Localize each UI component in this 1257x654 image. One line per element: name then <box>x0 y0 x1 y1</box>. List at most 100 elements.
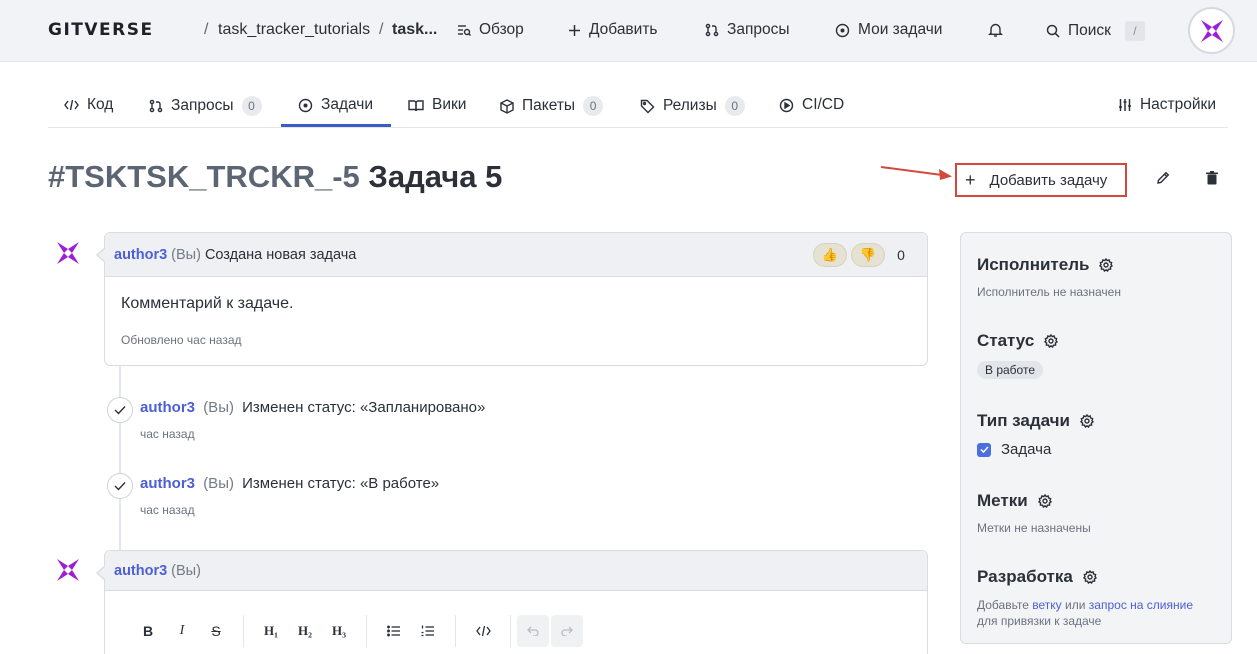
top-bar: GITVERSE / task_tracker_tutorials / task… <box>0 0 1257 62</box>
numbered-list-button[interactable] <box>411 615 445 647</box>
pencil-icon <box>1157 171 1170 184</box>
labels-note: Метки не назначены <box>977 521 1091 535</box>
gear-icon[interactable] <box>1037 494 1052 508</box>
event-author[interactable]: author3 <box>140 399 195 416</box>
type-title: Тип задачи <box>977 411 1071 430</box>
gear-icon[interactable] <box>1044 334 1059 348</box>
editor-you: (Вы) <box>171 562 201 579</box>
search-button[interactable]: Поиск / <box>1046 21 1145 41</box>
bullet-list-button[interactable] <box>377 615 411 647</box>
issue-icon <box>835 23 850 37</box>
breadcrumb-separator: / <box>379 21 384 38</box>
sliders-icon <box>1118 99 1131 111</box>
tab-releases[interactable]: Релизы 0 <box>640 96 745 116</box>
gitverse-logo[interactable]: GITVERSE <box>48 20 154 40</box>
status-title: Статус <box>977 331 1035 350</box>
trash-icon <box>1206 171 1218 185</box>
tab-packages[interactable]: Пакеты 0 <box>500 96 604 116</box>
thumbs-down-button[interactable]: 👎 <box>851 243 885 267</box>
task-type-checkbox-icon <box>977 442 991 457</box>
check-icon <box>107 397 133 423</box>
issue-icon <box>298 98 313 112</box>
gear-icon[interactable] <box>1082 570 1097 584</box>
tab-settings-label: Настройки <box>1139 96 1216 113</box>
add-merge-request-link[interactable]: запрос на слияние <box>1089 598 1193 612</box>
gear-icon[interactable] <box>1080 414 1095 428</box>
tab-settings[interactable]: Настройки <box>1118 96 1216 114</box>
type-value: Задача <box>1001 441 1052 458</box>
italic-button[interactable]: I <box>165 615 199 647</box>
heading2-button[interactable]: H₂ <box>288 615 322 647</box>
code-icon <box>64 99 79 111</box>
nav-requests[interactable]: Запросы <box>705 21 790 39</box>
plus-icon <box>569 24 580 36</box>
tab-cicd[interactable]: CI/CD <box>779 96 844 114</box>
add-branch-link[interactable]: ветку <box>1032 598 1061 612</box>
delete-button[interactable] <box>1204 170 1220 189</box>
comment-updated: Обновлено час назад <box>121 333 242 347</box>
redo-button[interactable] <box>551 615 583 647</box>
breadcrumb-owner[interactable]: task_tracker_tutorials <box>218 21 370 39</box>
tab-wiki[interactable]: Вики <box>408 96 466 114</box>
heading3-button[interactable]: H₃ <box>322 615 356 647</box>
author-avatar[interactable] <box>55 557 81 583</box>
development-note: Добавьте ветку или запрос на слияние для… <box>977 597 1193 629</box>
search-shortcut: / <box>1124 21 1145 41</box>
event-text: Изменен статус: «Запланировано» <box>242 399 486 416</box>
event-text: Изменен статус: «В работе» <box>242 475 440 492</box>
tab-code[interactable]: Код <box>64 96 113 114</box>
bell-icon <box>988 23 1003 37</box>
nav-add-label: Добавить <box>589 21 658 38</box>
code-button[interactable] <box>466 615 500 647</box>
thumbs-up-button[interactable]: 👍 <box>813 243 847 267</box>
reactions: 👍 👎 0 <box>813 243 913 267</box>
add-task-label: Добавить задачу <box>989 171 1108 189</box>
pull-request-icon <box>705 23 719 37</box>
edit-button[interactable] <box>1155 170 1171 189</box>
user-avatar[interactable] <box>1188 7 1235 54</box>
breadcrumb-repo[interactable]: task... <box>392 21 437 39</box>
book-icon <box>408 99 424 111</box>
bold-button[interactable]: B <box>131 615 165 647</box>
undo-button[interactable] <box>517 615 549 647</box>
type-section: Тип задачи Задача <box>977 411 1095 458</box>
tab-requests-count: 0 <box>241 96 262 116</box>
development-title: Разработка <box>977 567 1073 586</box>
nav-my-tasks[interactable]: Мои задачи <box>835 21 942 39</box>
assignee-section: Исполнитель Исполнитель не назначен <box>977 255 1121 299</box>
editor-author[interactable]: author3 <box>114 563 167 579</box>
plus-icon: + <box>965 170 976 190</box>
redo-icon <box>561 626 573 636</box>
strikethrough-button[interactable]: S <box>199 615 233 647</box>
package-icon <box>500 98 514 114</box>
tab-requests[interactable]: Запросы 0 <box>149 96 262 116</box>
event-time: час назад <box>140 427 195 441</box>
comment-body: Комментарий к задаче. <box>121 295 294 312</box>
assignee-title: Исполнитель <box>977 255 1090 274</box>
comment-card: author3 (Вы) Создана новая задача 👍 👎 0 … <box>96 232 928 366</box>
tab-tasks[interactable]: Задачи <box>298 96 373 114</box>
play-circle-icon <box>779 98 794 112</box>
nav-add[interactable]: Добавить <box>568 21 658 39</box>
heading1-button[interactable]: H₁ <box>254 615 288 647</box>
repo-tabs: Код Запросы 0 Задачи Вики Пакеты 0 Релиз… <box>48 84 1228 128</box>
reaction-count: 0 <box>897 247 905 263</box>
add-task-button[interactable]: + Добавить задачу <box>955 163 1127 197</box>
issue-sidebar: Исполнитель Исполнитель не назначен Стат… <box>960 232 1232 644</box>
gear-icon[interactable] <box>1099 258 1114 272</box>
search-label: Поиск <box>1068 22 1111 39</box>
undo-icon <box>527 626 539 636</box>
tab-packages-label: Пакеты <box>522 97 576 114</box>
event-author[interactable]: author3 <box>140 475 195 492</box>
bullet-list-icon <box>387 625 400 637</box>
author-avatar[interactable] <box>55 240 81 266</box>
comment-author[interactable]: author3 <box>114 247 167 263</box>
tab-requests-label: Запросы <box>171 97 234 114</box>
code-icon <box>475 625 491 637</box>
notifications-button[interactable] <box>988 22 1003 41</box>
tab-tasks-label: Задачи <box>321 96 374 113</box>
nav-overview[interactable]: Обзор <box>457 21 524 39</box>
tab-cicd-label: CI/CD <box>802 96 845 113</box>
editor-header: author3 (Вы) <box>98 551 927 591</box>
thumbs-down-icon: 👎 <box>859 247 877 262</box>
